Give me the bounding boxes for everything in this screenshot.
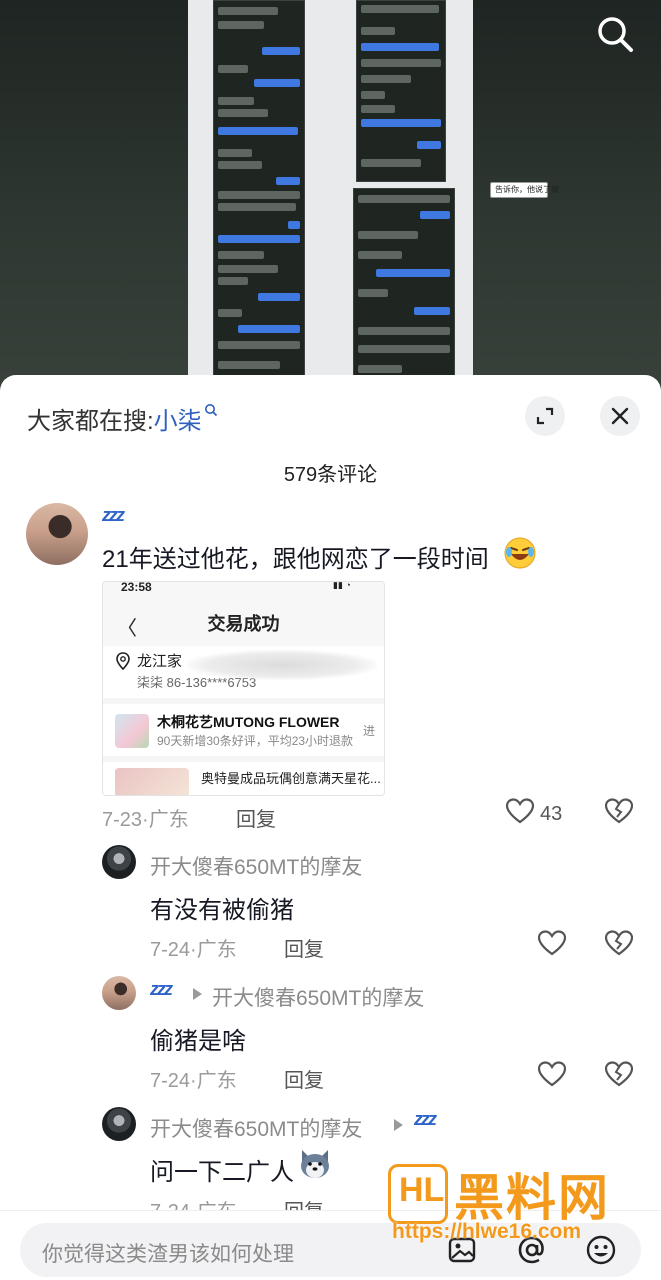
comment-meta: 7-23·广东 — [102, 809, 189, 831]
post-image-preview[interactable]: 告诉你，他说了被 — [188, 0, 559, 380]
heart-icon — [537, 1061, 567, 1087]
dislike-button[interactable] — [604, 930, 634, 961]
reply-text: 偷猪是啥 — [150, 1028, 246, 1055]
reply-to-name[interactable]: 开大傻春650MT的摩友 — [212, 982, 424, 1012]
order-address: 龙江家 柒柒 86-136****6753 — [103, 646, 384, 698]
chat-screenshot-right-bottom — [353, 188, 455, 380]
reply-date: 7-24 — [150, 939, 191, 961]
broken-heart-icon — [604, 798, 634, 824]
hot-search-prefix: 大家都在搜: — [27, 408, 154, 435]
chat-screenshot-left — [213, 0, 305, 377]
heart-icon — [505, 798, 535, 824]
shop-thumbnail — [115, 714, 149, 748]
reply-meta: 7-24·广东 — [150, 939, 237, 961]
address-name: 龙江家 — [137, 653, 183, 670]
husky-emoji-icon — [301, 1150, 329, 1178]
comment-input-placeholder: 你觉得这类渣男该如何处理 — [42, 1243, 294, 1266]
order-shop: 木桐花艺MUTONG FLOWER 90天新增30条好评，平均23小时退款 进 — [103, 704, 384, 756]
reply-to-name[interactable]: zzz — [414, 1109, 437, 1130]
expand-icon — [536, 407, 554, 425]
comment-date: 7-23 — [102, 809, 143, 831]
small-search-icon — [204, 404, 217, 417]
reply-text: 问一下二广人 — [150, 1159, 294, 1186]
item-thumbnail — [115, 768, 189, 795]
chat-screenshot-right-top — [356, 0, 446, 182]
order-header: 〈 交易成功 — [103, 598, 384, 646]
heart-icon — [537, 930, 567, 956]
redaction-smudge — [187, 650, 377, 680]
avatar[interactable] — [26, 503, 88, 565]
avatar[interactable] — [102, 1107, 136, 1141]
broken-heart-icon — [604, 1061, 634, 1087]
watermark-url: https://hlwe16.com — [392, 1220, 582, 1243]
avatar[interactable] — [102, 976, 136, 1010]
search-button[interactable] — [593, 12, 637, 56]
laughing-emoji-icon — [504, 537, 536, 569]
reply-author[interactable]: 开大傻春650MT的摩友 — [150, 851, 362, 881]
order-item: 奥特曼成品玩偶创意满天星花... — [103, 762, 384, 795]
chat-popup-text: 告诉你，他说了被 — [495, 185, 559, 194]
close-button[interactable] — [600, 396, 640, 436]
like-button[interactable] — [505, 798, 535, 829]
dislike-button[interactable] — [604, 798, 634, 829]
like-count: 43 — [540, 803, 563, 825]
broken-heart-icon — [604, 930, 634, 956]
watermark-logo-text: HL — [399, 1171, 445, 1209]
reply-date: 7-24 — [150, 1070, 191, 1092]
location-icon — [116, 652, 130, 670]
reply-author[interactable]: zzz — [150, 979, 173, 1000]
comment-count: 579条评论 — [283, 464, 378, 486]
shop-name: 木桐花艺MUTONG FLOWER — [157, 714, 340, 730]
expand-button[interactable] — [525, 396, 565, 436]
dislike-button[interactable] — [604, 1061, 634, 1092]
reply-meta: 7-24·广东 — [150, 1070, 237, 1092]
reply-author[interactable]: 开大傻春650MT的摩友 — [150, 1113, 362, 1143]
hot-search-link[interactable]: 大家都在搜:小柒 — [27, 401, 218, 436]
hot-search-keyword[interactable]: 小柒 — [154, 408, 202, 435]
reply-location: 广东 — [196, 939, 237, 961]
reply-to-arrow-icon — [193, 988, 202, 1000]
like-button[interactable] — [537, 930, 567, 961]
search-icon — [598, 17, 633, 52]
reply-button[interactable]: 回复 — [284, 933, 324, 962]
order-status-bar: 23:58 ▮▮ ◔ — [103, 582, 384, 598]
like-button[interactable] — [537, 1061, 567, 1092]
shop-enter: 进 — [363, 724, 376, 738]
avatar[interactable] — [102, 845, 136, 879]
shop-subtitle: 90天新增30条好评，平均23小时退款 — [157, 734, 354, 748]
close-icon — [611, 407, 629, 425]
comment-location: 广东 — [148, 809, 189, 831]
watermark-logo: HL — [388, 1164, 448, 1224]
status-time: 23:58 — [121, 581, 152, 594]
reply-text: 有没有被偷猪 — [150, 897, 294, 924]
comment-image-order[interactable]: 23:58 ▮▮ ◔ 〈 交易成功 龙江家 柒柒 86-136****6753 … — [102, 581, 385, 796]
item-title: 奥特曼成品玩偶创意满天星花... — [201, 771, 381, 786]
reply-button[interactable]: 回复 — [236, 803, 276, 832]
comment-text: 21年送过他花，跟他网恋了一段时间 — [102, 546, 489, 573]
reply-button[interactable]: 回复 — [284, 1064, 324, 1093]
comment-author[interactable]: zzz — [102, 505, 125, 526]
reply-to-arrow-icon — [394, 1119, 403, 1131]
chat-popup: 告诉你，他说了被 — [490, 182, 559, 198]
reply-location: 广东 — [196, 1070, 237, 1092]
order-title: 交易成功 — [207, 614, 280, 634]
comment-sheet: 大家都在搜:小柒 579条评论 zzz 21年送过他花，跟他网恋了一段时间 23… — [0, 375, 661, 1280]
watermark: HL 黑料网 https://hlwe16.com — [388, 1160, 650, 1250]
status-icons: ▮▮ ◔ — [333, 581, 351, 590]
